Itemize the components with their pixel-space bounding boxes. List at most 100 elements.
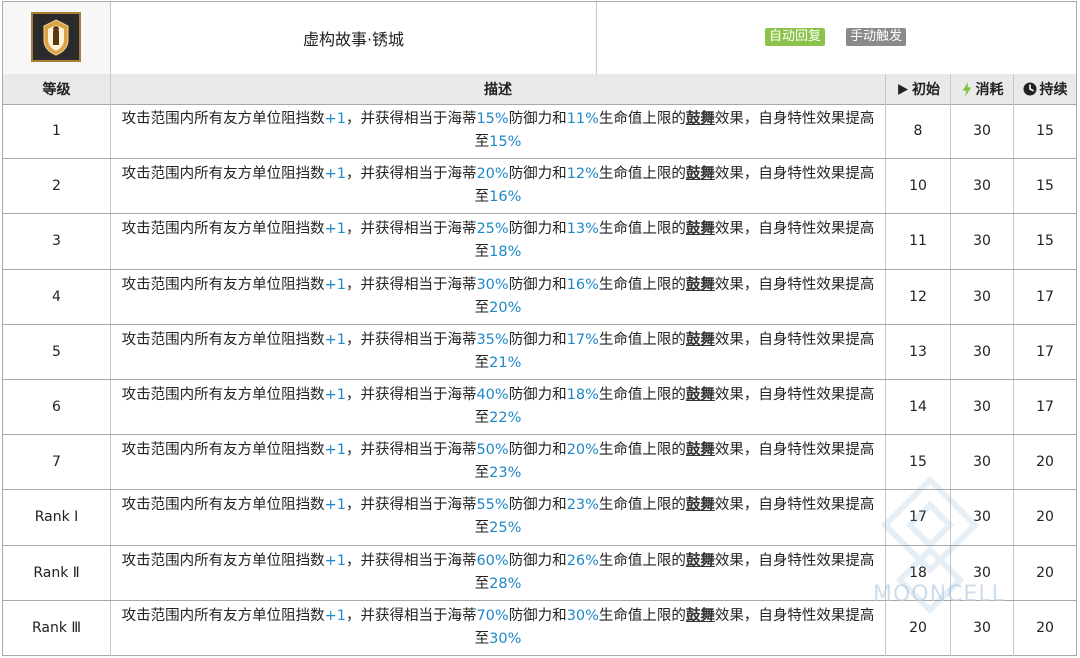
desc-def-value: 70%: [476, 608, 509, 625]
desc-trait-value: 18%: [489, 244, 522, 261]
row-duration: 17: [1036, 399, 1054, 416]
desc-keyword-link[interactable]: 鼓舞: [686, 166, 715, 182]
row-sp-cost: 30: [951, 600, 1014, 656]
desc-trait-value: 21%: [489, 354, 522, 371]
desc-keyword-link[interactable]: 鼓舞: [686, 553, 715, 569]
desc-def-value: 60%: [476, 552, 509, 569]
desc-keyword-link[interactable]: 鼓舞: [686, 221, 715, 237]
row-description: 攻击范围内所有友方单位阻挡数+1，并获得相当于海蒂50%防御力和20%生命值上限…: [111, 435, 886, 490]
skill-name: 虚构故事·锈城: [111, 2, 597, 74]
table-row: 1 攻击范围内所有友方单位阻挡数+1，并获得相当于海蒂15%防御力和11%生命值上…: [3, 104, 1076, 160]
desc-text: 攻击范围内所有友方单位阻挡数: [121, 276, 325, 293]
row-duration: 20: [1036, 620, 1054, 637]
desc-keyword-link[interactable]: 鼓舞: [686, 497, 715, 513]
skill-emblem-icon: [31, 12, 81, 62]
table-row: 2 攻击范围内所有友方单位阻挡数+1，并获得相当于海蒂20%防御力和12%生命值上…: [3, 159, 1076, 215]
row-initial-sp: 17: [886, 490, 951, 545]
desc-text: 攻击范围内所有友方单位阻挡数: [121, 221, 325, 238]
table-row: 3 攻击范围内所有友方单位阻挡数+1，并获得相当于海蒂25%防御力和13%生命值上…: [3, 214, 1076, 270]
desc-text: 攻击范围内所有友方单位阻挡数: [121, 331, 325, 348]
table-row: 6 攻击范围内所有友方单位阻挡数+1，并获得相当于海蒂40%防御力和18%生命值上…: [3, 379, 1076, 436]
desc-block-value: +1: [324, 608, 346, 625]
col-header-init-label: 初始: [912, 82, 940, 98]
row-level: 7: [3, 435, 111, 490]
desc-hp-value: 18%: [566, 387, 599, 404]
table-row: 5 攻击范围内所有友方单位阻挡数+1，并获得相当于海蒂35%防御力和17%生命值上…: [3, 324, 1076, 380]
watermark-text: MOONCELL: [873, 582, 1005, 607]
desc-text: 防御力和: [508, 608, 567, 625]
table-row: 7 攻击范围内所有友方单位阻挡数+1，并获得相当于海蒂50%防御力和20%生命值上…: [3, 435, 1076, 491]
desc-keyword-link[interactable]: 鼓舞: [686, 111, 715, 127]
desc-def-value: 40%: [476, 387, 509, 404]
desc-keyword-link[interactable]: 鼓舞: [686, 387, 715, 403]
desc-def-value: 20%: [476, 166, 509, 183]
skill-icon-cell: [3, 2, 111, 74]
desc-text: 防御力和: [508, 497, 567, 514]
desc-text: 防御力和: [508, 221, 567, 238]
row-level: 2: [3, 159, 111, 214]
desc-hp-value: 17%: [566, 331, 599, 348]
col-header-duration: 持续: [1014, 74, 1076, 104]
desc-block-value: +1: [324, 221, 346, 238]
desc-trait-value: 23%: [489, 465, 522, 482]
desc-text: 生命值上限的: [598, 387, 686, 404]
row-sp-cost: 30: [951, 214, 1014, 269]
col-header-desc: 描述: [111, 74, 886, 104]
desc-keyword-link[interactable]: 鼓舞: [686, 608, 715, 624]
desc-hp-value: 12%: [566, 166, 599, 183]
desc-block-value: +1: [324, 111, 346, 128]
desc-text: 生命值上限的: [598, 608, 686, 625]
desc-trait-value: 16%: [489, 189, 522, 206]
desc-text: 生命值上限的: [598, 497, 686, 514]
tag-auto-recovery: 自动回复: [765, 28, 826, 46]
row-initial-sp: 15: [886, 435, 951, 490]
desc-keyword-link[interactable]: 鼓舞: [686, 442, 715, 458]
row-sp-cost: 30: [951, 159, 1014, 214]
play-icon: [898, 83, 908, 95]
row-initial-sp: 8: [886, 104, 951, 159]
desc-block-value: +1: [324, 331, 346, 348]
level-rows: 1 攻击范围内所有友方单位阻挡数+1，并获得相当于海蒂15%防御力和11%生命值上…: [3, 104, 1076, 656]
row-duration: 17: [1036, 288, 1054, 305]
desc-text: 防御力和: [508, 111, 567, 128]
row-sp-cost: 30: [951, 490, 1014, 545]
desc-def-value: 55%: [476, 497, 509, 514]
desc-text: 攻击范围内所有友方单位阻挡数: [121, 497, 325, 514]
desc-text: 攻击范围内所有友方单位阻挡数: [121, 387, 325, 404]
row-duration: 15: [1036, 178, 1054, 195]
desc-keyword-link[interactable]: 鼓舞: [686, 332, 715, 348]
row-description: 攻击范围内所有友方单位阻挡数+1，并获得相当于海蒂15%防御力和11%生命值上限…: [111, 104, 886, 159]
desc-trait-value: 15%: [489, 134, 522, 151]
row-description: 攻击范围内所有友方单位阻挡数+1，并获得相当于海蒂30%防御力和16%生命值上限…: [111, 269, 886, 324]
desc-text: 攻击范围内所有友方单位阻挡数: [121, 442, 325, 459]
row-description: 攻击范围内所有友方单位阻挡数+1，并获得相当于海蒂40%防御力和18%生命值上限…: [111, 379, 886, 435]
desc-keyword-link[interactable]: 鼓舞: [686, 277, 715, 293]
col-header-init: 初始: [886, 74, 951, 104]
desc-text: ，并获得相当于海蒂: [345, 111, 477, 128]
row-level: 6: [3, 379, 111, 435]
desc-text: ，并获得相当于海蒂: [345, 497, 477, 514]
row-level: Rank Ⅰ: [3, 490, 111, 545]
col-header-cost: 消耗: [951, 74, 1014, 104]
desc-text: 生命值上限的: [598, 331, 686, 348]
desc-hp-value: 13%: [566, 221, 599, 238]
desc-def-value: 35%: [476, 331, 509, 348]
desc-block-value: +1: [324, 387, 346, 404]
desc-text: 攻击范围内所有友方单位阻挡数: [121, 111, 325, 128]
row-description: 攻击范围内所有友方单位阻挡数+1，并获得相当于海蒂25%防御力和13%生命值上限…: [111, 214, 886, 269]
table-row: Rank Ⅰ 攻击范围内所有友方单位阻挡数+1，并获得相当于海蒂55%防御力和23…: [3, 490, 1076, 546]
row-level: 4: [3, 269, 111, 324]
row-description: 攻击范围内所有友方单位阻挡数+1，并获得相当于海蒂55%防御力和23%生命值上限…: [111, 490, 886, 545]
row-sp-cost: 30: [951, 324, 1014, 379]
row-level: 3: [3, 214, 111, 269]
desc-text: ，并获得相当于海蒂: [345, 276, 477, 293]
desc-def-value: 25%: [476, 221, 509, 238]
desc-text: ，并获得相当于海蒂: [345, 608, 477, 625]
desc-text: 防御力和: [508, 442, 567, 459]
desc-def-value: 30%: [476, 276, 509, 293]
desc-block-value: +1: [324, 276, 346, 293]
desc-text: 生命值上限的: [598, 442, 686, 459]
desc-hp-value: 30%: [566, 608, 599, 625]
desc-text: ，并获得相当于海蒂: [345, 387, 477, 404]
desc-text: 防御力和: [508, 331, 567, 348]
